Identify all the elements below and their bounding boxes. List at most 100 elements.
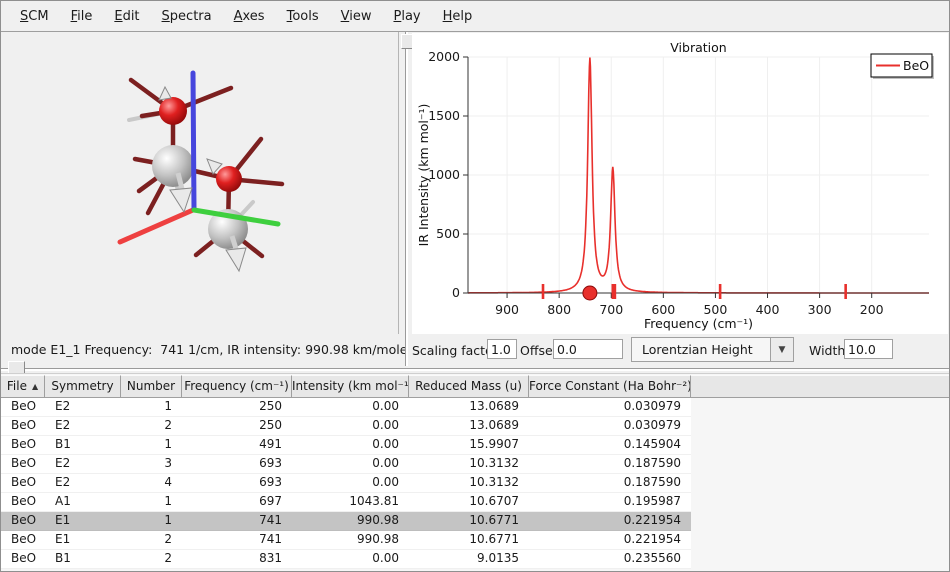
menu-spectra[interactable]: Spectra (151, 4, 223, 29)
table-cell: 990.98 (292, 531, 409, 549)
table-row[interactable]: BeOB114910.0015.99070.145904 (1, 436, 691, 455)
menu-edit[interactable]: Edit (103, 4, 150, 29)
table-cell: 831 (182, 550, 292, 568)
table-cell: 0.187590 (529, 455, 691, 473)
table-cell: 0.221954 (529, 512, 691, 530)
table-cell: E2 (45, 398, 121, 416)
table-cell: BeO (1, 455, 45, 473)
menu-play[interactable]: Play (382, 4, 431, 29)
x-axis-arrow (120, 210, 193, 242)
sort-ascending-icon: ▲ (32, 382, 38, 391)
table-cell: 0.221954 (529, 531, 691, 549)
table-cell: E2 (45, 474, 121, 492)
table-row[interactable]: BeOE12741990.9810.67710.221954 (1, 531, 691, 550)
table-row[interactable]: BeOE11741990.9810.67710.221954 (1, 512, 691, 531)
table-cell: 10.6707 (409, 493, 529, 511)
x-axis-label: Frequency (cm⁻¹) (644, 316, 753, 331)
svg-text:500: 500 (436, 226, 460, 241)
table-row[interactable]: BeOB128310.009.01350.235560 (1, 550, 691, 569)
table-cell: BeO (1, 417, 45, 435)
table-row[interactable]: BeOE212500.0013.06890.030979 (1, 398, 691, 417)
table-row[interactable]: BeOE222500.0013.06890.030979 (1, 417, 691, 436)
legend-series-label: BeO (903, 58, 929, 73)
table-cell: BeO (1, 550, 45, 568)
table-cell: 10.6771 (409, 531, 529, 549)
table-cell: BeO (1, 531, 45, 549)
mode-marker (612, 284, 615, 299)
table-cell: BeO (1, 493, 45, 511)
spectrum-chart[interactable]: 0500100015002000900800700600500400300200… (412, 33, 948, 334)
spectrum-controls: Scaling factor: Offset: Lorentzian Heigh… (412, 335, 949, 365)
app-window: SCM File Edit Spectra Axes Tools View Pl… (0, 0, 950, 572)
column-header-0[interactable]: File▲ (1, 375, 45, 397)
table-cell: 250 (182, 398, 292, 416)
offset-input[interactable] (553, 339, 623, 359)
column-header-6[interactable]: Force Constant (Ha Bohr⁻²) (529, 375, 691, 397)
column-header-2[interactable]: Number (121, 375, 182, 397)
table-cell: 693 (182, 455, 292, 473)
table-cell: 9.0135 (409, 550, 529, 568)
table-cell: 2 (121, 550, 182, 568)
table-cell: B1 (45, 436, 121, 454)
table-cell: 0.030979 (529, 398, 691, 416)
table-cell: 0.00 (292, 550, 409, 568)
table-cell: 990.98 (292, 512, 409, 530)
column-header-5[interactable]: Reduced Mass (u) (409, 375, 529, 397)
table-cell: A1 (45, 493, 121, 511)
table-cell: 13.0689 (409, 417, 529, 435)
menu-scm[interactable]: SCM (9, 4, 60, 29)
metal-atom (152, 145, 194, 187)
chevron-down-icon: ▼ (770, 338, 793, 361)
table-cell: E1 (45, 531, 121, 549)
svg-text:1000: 1000 (428, 167, 460, 182)
scaling-factor-input[interactable] (487, 339, 517, 359)
table-cell: 0.187590 (529, 474, 691, 492)
menu-file[interactable]: File (60, 4, 104, 29)
table-cell: 250 (182, 417, 292, 435)
svg-text:400: 400 (756, 302, 780, 317)
vertical-splitter[interactable] (402, 32, 411, 366)
table-row[interactable]: BeOE246930.0010.31320.187590 (1, 474, 691, 493)
molecule-3d-view[interactable] (2, 32, 399, 334)
axis-ticks (463, 57, 872, 298)
table-cell: 1043.81 (292, 493, 409, 511)
menu-axes[interactable]: Axes (223, 4, 276, 29)
menu-help[interactable]: Help (432, 4, 484, 29)
z-axis-arrow (193, 73, 194, 209)
column-header-3[interactable]: Frequency (cm⁻¹) (182, 375, 292, 397)
mode-status-text: mode E1_1 Frequency: 741 1/cm, IR intens… (11, 342, 407, 357)
column-header-4[interactable]: Intensity (km mol⁻¹) (292, 375, 409, 397)
svg-text:600: 600 (651, 302, 675, 317)
table-cell: 0.00 (292, 474, 409, 492)
selected-mode-marker[interactable] (583, 286, 597, 300)
width-input[interactable] (844, 339, 893, 359)
menu-tools[interactable]: Tools (276, 4, 330, 29)
svg-text:0: 0 (452, 285, 460, 300)
svg-text:200: 200 (860, 302, 884, 317)
svg-text:500: 500 (703, 302, 727, 317)
table-cell: E2 (45, 455, 121, 473)
table-cell: 2 (121, 417, 182, 435)
y-axis-label: IR Intensity (km mol⁻¹) (416, 104, 431, 247)
table-cell: 0.00 (292, 417, 409, 435)
table-cell: 741 (182, 512, 292, 530)
lineshape-dropdown[interactable]: Lorentzian Height ▼ (631, 337, 794, 362)
table-row[interactable]: BeOA116971043.8110.67070.195987 (1, 493, 691, 512)
table-cell: 10.6771 (409, 512, 529, 530)
horizontal-splitter[interactable] (1, 365, 950, 373)
table-cell: 0.195987 (529, 493, 691, 511)
oxygen-atom (216, 166, 242, 192)
table-cell: 1 (121, 436, 182, 454)
column-header-1[interactable]: Symmetry (45, 375, 121, 397)
menu-view[interactable]: View (330, 4, 383, 29)
chart-title: Vibration (670, 40, 726, 55)
table-cell: 741 (182, 531, 292, 549)
table-cell: 0.235560 (529, 550, 691, 568)
table-cell: 0.00 (292, 455, 409, 473)
lineshape-selected-value: Lorentzian Height (632, 342, 770, 357)
gridlines (468, 57, 929, 293)
table-cell: BeO (1, 512, 45, 530)
svg-text:1500: 1500 (428, 108, 460, 123)
table-row[interactable]: BeOE236930.0010.31320.187590 (1, 455, 691, 474)
molecule-render (2, 32, 398, 334)
